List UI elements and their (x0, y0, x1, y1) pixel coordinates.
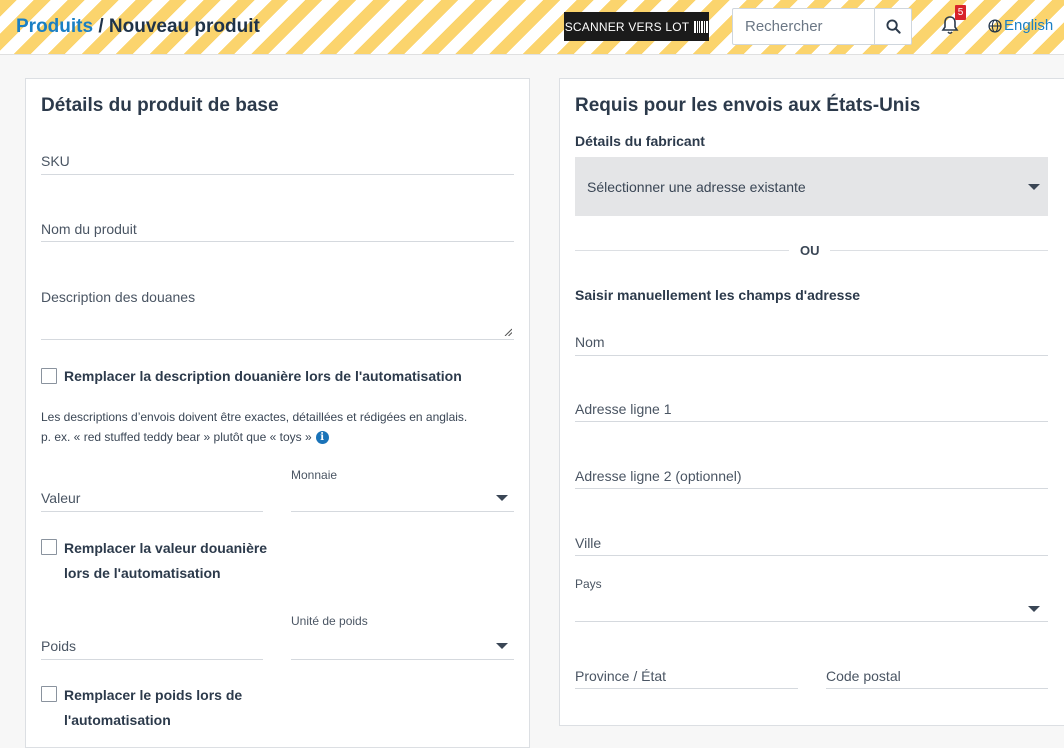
us-shipping-title: Requis pour les envois aux États-Unis (575, 95, 921, 116)
sku-label: SKU (41, 153, 70, 169)
city-field[interactable]: Ville (575, 532, 1048, 556)
search-button[interactable] (874, 9, 911, 44)
globe-icon (988, 18, 1002, 33)
address-line1-field[interactable]: Adresse ligne 1 (575, 398, 1048, 422)
page-title: Nouveau produit (108, 16, 260, 37)
weight-label: Poids (41, 638, 77, 654)
replace-weight-label-1: Remplacer le poids lors de (64, 687, 243, 703)
search-box (732, 8, 912, 45)
weight-field[interactable]: Poids (41, 635, 263, 660)
weight-unit-select[interactable] (291, 635, 514, 660)
divider-left (575, 250, 789, 251)
currency-label: Monnaie (291, 468, 338, 482)
search-icon (885, 19, 901, 34)
manufacturer-name-label: Nom (575, 334, 605, 350)
help-text-line2: p. ex. « red stuffed teddy bear » plutôt… (41, 430, 312, 444)
postal-code-field[interactable]: Code postal (826, 665, 1048, 689)
product-name-label: Nom du produit (41, 221, 137, 237)
sku-field[interactable]: SKU (41, 150, 514, 175)
manual-address-heading: Saisir manuellement les champs d'adresse (575, 287, 861, 303)
value-field[interactable]: Valeur (41, 487, 263, 512)
top-header: Produits / Nouveau produit SCANNER VERS … (0, 0, 1064, 55)
notification-badge: 5 (955, 5, 966, 20)
city-label: Ville (575, 535, 602, 551)
address-line1-label: Adresse ligne 1 (575, 401, 672, 417)
value-label: Valeur (41, 490, 81, 506)
country-label: Pays (575, 577, 602, 591)
breadcrumb: Produits / Nouveau produit (16, 16, 260, 38)
search-input[interactable] (733, 9, 874, 44)
barcode-icon (694, 20, 709, 33)
existing-address-select[interactable]: Sélectionner une adresse existante (575, 157, 1048, 216)
divider-right (830, 250, 1048, 251)
manufacturer-heading: Détails du fabricant (575, 133, 705, 149)
existing-address-caret-icon (1028, 184, 1040, 190)
country-caret-icon (1028, 606, 1040, 612)
basic-details-title: Détails du produit de base (41, 95, 279, 116)
weight-unit-label: Unité de poids (291, 614, 368, 628)
currency-select[interactable] (291, 487, 514, 512)
currency-caret-icon (496, 495, 508, 501)
province-field[interactable]: Province / État (575, 665, 798, 689)
manufacturer-name-field[interactable]: Nom (575, 331, 1048, 356)
or-divider-label: OU (800, 243, 820, 258)
info-icon[interactable]: i (315, 431, 329, 445)
province-label: Province / État (575, 668, 667, 684)
help-text-line1: Les descriptions d’envois doivent être e… (41, 410, 468, 424)
replace-value-checkbox[interactable] (41, 539, 57, 555)
replace-description-label: Remplacer la description douanière lors … (64, 368, 462, 384)
resize-handle-icon[interactable] (504, 328, 512, 336)
customs-description-field[interactable]: Description des douanes (41, 286, 514, 340)
product-name-field[interactable]: Nom du produit (41, 218, 514, 242)
replace-value-label-1: Remplacer la valeur douanière (64, 540, 268, 556)
breadcrumb-separator: / (93, 16, 109, 37)
existing-address-placeholder: Sélectionner une adresse existante (587, 179, 806, 195)
replace-weight-label-2: l'automatisation (64, 712, 171, 728)
language-switcher[interactable]: English (988, 17, 1053, 34)
language-label: English (1004, 17, 1054, 34)
address-line2-field[interactable]: Adresse ligne 2 (optionnel) (575, 465, 1048, 489)
replace-value-label-2: lors de l'automatisation (64, 565, 221, 581)
replace-description-checkbox[interactable] (41, 368, 57, 384)
replace-weight-checkbox[interactable] (41, 686, 57, 702)
customs-description-label: Description des douanes (41, 289, 196, 305)
scan-button-label: SCANNER VERS LOT (564, 19, 690, 34)
country-select[interactable] (575, 596, 1048, 622)
help-text-line2-wrap: p. ex. « red stuffed teddy bear » plutôt… (41, 427, 329, 447)
address-line2-label: Adresse ligne 2 (optionnel) (575, 468, 742, 484)
scan-to-batch-button[interactable]: SCANNER VERS LOT (564, 12, 709, 41)
breadcrumb-products-link[interactable]: Produits (16, 16, 93, 37)
postal-code-label: Code postal (826, 668, 901, 684)
weight-unit-caret-icon (496, 643, 508, 649)
